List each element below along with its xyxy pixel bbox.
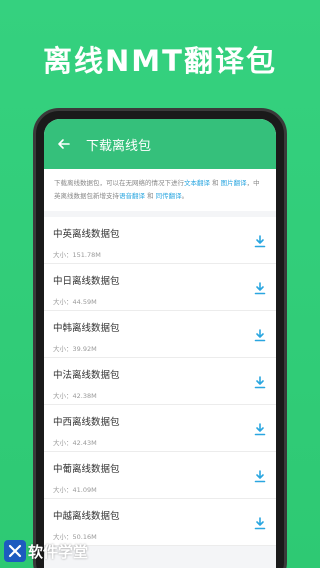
arrow-left-icon[interactable] [54,134,74,154]
list-item[interactable]: 中韩离线数据包 大小：39.92M [44,311,276,358]
package-name: 中西离线数据包 [53,417,120,428]
notice-text-1: 下载离线数据包，可以在无网络的情况下进行 [54,179,184,187]
size-value: 41.09M [72,486,97,494]
watermark-logo-icon [4,540,26,562]
image-translate-link[interactable]: 图片翻译 [221,179,247,187]
size-label: 大小： [53,298,73,306]
size-label: 大小： [53,392,73,400]
size-value: 151.78M [72,251,101,259]
watermark: 软件学堂 [4,540,88,562]
size-value: 42.38M [72,392,97,400]
voice-translate-link[interactable]: 语音翻译 [119,192,145,200]
watermark-text: 软件学堂 [28,542,89,561]
list-item[interactable]: 中法离线数据包 大小：42.38M [44,358,276,405]
size-label: 大小： [53,251,73,259]
package-name: 中英离线数据包 [53,229,120,240]
notice-and-1: 和 [212,179,219,187]
package-size: 大小：42.38M [53,390,266,400]
simul-translate-link[interactable]: 同传翻译 [156,192,182,200]
package-name: 中越离线数据包 [53,511,120,522]
size-label: 大小： [53,486,73,494]
package-list: 中英离线数据包 大小：151.78M 中日离线数据包 大小：44.59M 中韩离… [44,217,276,546]
size-value: 39.92M [72,345,97,353]
promo-title: 离线NMT翻译包 [43,44,277,78]
phone-screen: 下载离线包 下载离线数据包，可以在无网络的情况下进行文本翻译 和 图片翻译，中英… [44,119,276,568]
size-value: 42.43M [72,439,97,447]
size-value: 44.59M [72,298,97,306]
list-item[interactable]: 中葡离线数据包 大小：41.09M [44,452,276,499]
package-size: 大小：41.09M [53,484,266,494]
list-item[interactable]: 中越离线数据包 大小：50.16M [44,499,276,546]
package-name: 中法离线数据包 [53,370,120,381]
notice-end: 。 [181,192,189,200]
list-item[interactable]: 中西离线数据包 大小：42.43M [44,405,276,452]
size-label: 大小： [53,345,73,353]
list-item[interactable]: 中英离线数据包 大小：151.78M [44,217,276,264]
notice-text: 下载离线数据包，可以在无网络的情况下进行文本翻译 和 图片翻译，中英离线数据包新… [44,169,276,211]
download-icon[interactable] [254,233,266,248]
package-size: 大小：42.43M [53,437,266,447]
package-name: 中韩离线数据包 [53,323,120,334]
size-label: 大小： [53,439,73,447]
download-icon[interactable] [254,374,266,389]
download-icon[interactable] [254,327,266,342]
package-size: 大小：44.59M [53,296,266,306]
package-size: 大小：39.92M [53,343,266,353]
download-icon[interactable] [254,421,266,436]
package-name: 中葡离线数据包 [53,464,120,475]
text-translate-link[interactable]: 文本翻译 [184,179,210,187]
download-icon[interactable] [254,468,266,483]
notice-and-2: 和 [147,192,154,200]
package-name: 中日离线数据包 [53,276,120,287]
download-icon[interactable] [254,280,266,295]
page-title: 下载离线包 [86,138,152,154]
list-item[interactable]: 中日离线数据包 大小：44.59M [44,264,276,311]
package-size: 大小：151.78M [53,249,266,259]
app-header: 下载离线包 [44,119,276,169]
download-icon[interactable] [254,515,266,530]
